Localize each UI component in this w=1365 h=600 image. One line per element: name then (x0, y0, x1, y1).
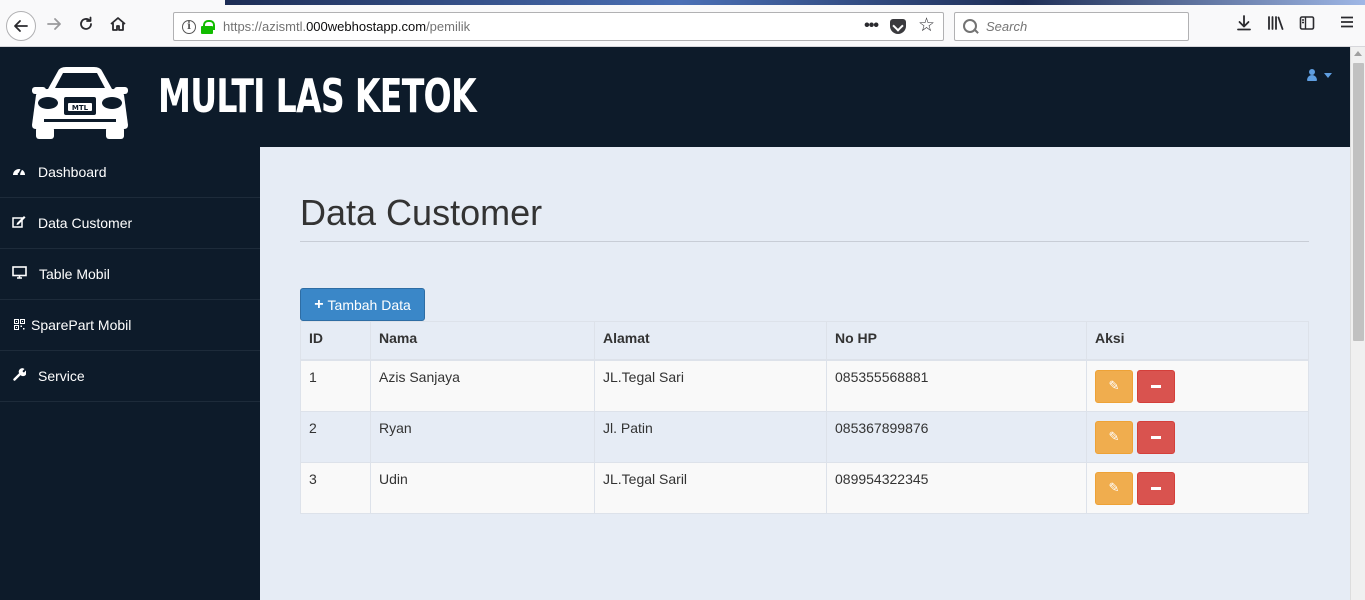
column-header-alamat: Alamat (594, 321, 827, 361)
sidebar-item-table-mobil[interactable]: Table Mobil (0, 249, 260, 300)
column-header-aksi: Aksi (1086, 321, 1309, 361)
pencil-icon: ✎ (1108, 429, 1120, 444)
user-icon (1306, 69, 1318, 81)
cell-id: 2 (300, 410, 371, 463)
sidebar-item-label: Dashboard (38, 164, 107, 180)
reload-button[interactable] (74, 12, 98, 36)
title-divider (300, 241, 1309, 242)
menu-button[interactable] (1337, 15, 1357, 35)
monitor-icon (10, 266, 28, 282)
cell-no-hp: 089954322345 (826, 461, 1087, 514)
bookmark-star-icon[interactable]: ☆ (918, 16, 935, 35)
edit-button[interactable]: ✎ (1095, 369, 1133, 403)
cell-id: 3 (300, 461, 371, 514)
home-button[interactable] (106, 12, 130, 36)
delete-button[interactable] (1137, 420, 1175, 454)
cell-aksi: ✎ (1086, 359, 1309, 412)
back-button[interactable] (6, 11, 36, 41)
cell-alamat: Jl. Patin (594, 410, 827, 463)
caret-down-icon (1324, 72, 1332, 78)
cell-nama: Udin (370, 461, 595, 514)
table-header-row: ID Nama Alamat No HP Aksi (300, 321, 1309, 361)
dashboard-icon (10, 165, 28, 180)
cell-aksi: ✎ (1086, 461, 1309, 514)
cell-id: 1 (300, 359, 371, 412)
main-content: Data Customer + Tambah Data ID Nama Alam… (260, 147, 1350, 600)
sidebar-item-label: Service (38, 368, 85, 384)
search-bar[interactable] (954, 12, 1189, 41)
cell-alamat: JL.Tegal Sari (594, 359, 827, 412)
edit-button[interactable]: ✎ (1095, 420, 1133, 454)
sidebar-item-dashboard[interactable]: Dashboard (0, 147, 260, 198)
delete-button[interactable] (1137, 471, 1175, 505)
address-bar[interactable]: i https://azismtl.000webhostapp.com/pemi… (173, 12, 944, 41)
sidebar-item-service[interactable]: Service (0, 351, 260, 402)
hamburger-menu-icon (1341, 16, 1353, 28)
sidebar-item-data-customer[interactable]: Data Customer (0, 198, 260, 249)
pencil-icon: ✎ (1108, 480, 1120, 495)
forward-arrow-icon (47, 18, 61, 30)
edit-icon (10, 215, 28, 231)
logo-plate-text: MTL (72, 104, 89, 112)
browser-toolbar: i https://azismtl.000webhostapp.com/pemi… (0, 0, 1365, 47)
plus-icon: + (314, 295, 324, 313)
sidebar-item-label: Table Mobil (39, 266, 110, 282)
sidebar-toggle-button[interactable] (1297, 15, 1317, 35)
add-data-button[interactable]: + Tambah Data (300, 288, 425, 321)
pocket-icon[interactable] (889, 18, 906, 34)
library-button[interactable] (1266, 15, 1286, 35)
back-arrow-icon (14, 20, 28, 32)
brand-title[interactable]: MULTI LAS KETOK (158, 69, 477, 123)
table-row: 2 Ryan Jl. Patin 085367899876 ✎ (300, 410, 1309, 463)
scroll-up-arrow-icon[interactable] (1354, 51, 1362, 56)
cell-no-hp: 085367899876 (826, 410, 1087, 463)
library-icon (1268, 16, 1284, 30)
reload-icon (80, 16, 92, 30)
cell-nama: Azis Sanjaya (370, 359, 595, 412)
car-logo-icon: MTL (32, 67, 128, 139)
minus-icon (1151, 486, 1161, 490)
cell-aksi: ✎ (1086, 410, 1309, 463)
scrollbar-thumb[interactable] (1353, 63, 1364, 341)
qrcode-icon (10, 318, 28, 333)
sidebar-item-sparepart-mobil[interactable]: SparePart Mobil (0, 300, 260, 351)
search-icon (963, 18, 979, 35)
page-title: Data Customer (300, 192, 543, 233)
column-header-no-hp: No HP (826, 321, 1087, 361)
add-data-label: Tambah Data (327, 296, 411, 313)
downloads-button[interactable] (1234, 15, 1254, 35)
user-dropdown[interactable] (1306, 69, 1332, 81)
edit-button[interactable]: ✎ (1095, 471, 1133, 505)
sidebar: Dashboard Data Customer Table Mobil Spar… (0, 147, 260, 600)
minus-icon (1151, 384, 1161, 388)
wrench-icon (10, 368, 28, 384)
table-row: 3 Udin JL.Tegal Saril 089954322345 ✎ (300, 461, 1309, 514)
web-page: MTL MULTI LAS KETOK Dashboard Data Custo… (0, 47, 1350, 600)
cell-no-hp: 085355568881 (826, 359, 1087, 412)
window-titlebar-strip (225, 0, 1365, 5)
sidebar-item-label: SparePart Mobil (31, 317, 132, 333)
site-info-icon[interactable]: i (182, 19, 196, 34)
cell-nama: Ryan (370, 410, 595, 463)
sidebar-item-label: Data Customer (38, 215, 133, 231)
forward-button[interactable] (42, 12, 66, 36)
minus-icon (1151, 435, 1161, 439)
delete-button[interactable] (1137, 369, 1175, 403)
cell-alamat: JL.Tegal Saril (594, 461, 827, 514)
column-header-nama: Nama (370, 321, 595, 361)
url-text: https://azismtl.000webhostapp.com/pemili… (223, 19, 471, 34)
search-input[interactable] (986, 19, 1176, 34)
top-navbar: MTL MULTI LAS KETOK (0, 47, 1350, 147)
home-icon (110, 17, 126, 31)
column-header-id: ID (300, 321, 371, 361)
sidebar-panel-icon (1299, 16, 1315, 30)
pencil-icon: ✎ (1108, 378, 1120, 393)
page-scrollbar[interactable] (1350, 47, 1365, 600)
secure-lock-icon (201, 19, 215, 34)
customer-table: ID Nama Alamat No HP Aksi 1 Azis Sanjaya… (300, 321, 1309, 514)
table-row: 1 Azis Sanjaya JL.Tegal Sari 08535556888… (300, 359, 1309, 412)
download-icon (1237, 15, 1251, 31)
page-actions-menu-icon[interactable]: ••• (864, 17, 879, 35)
